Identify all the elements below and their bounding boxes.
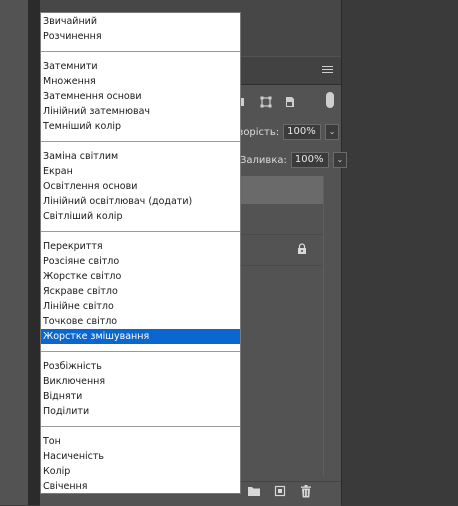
blend-mode-option[interactable]: Освітлення основи [41, 179, 240, 194]
trash-icon[interactable] [300, 485, 312, 498]
blend-mode-option[interactable]: Світліший колір [41, 209, 240, 224]
menu-separator [41, 351, 240, 352]
blend-mode-option[interactable]: Виключення [41, 374, 240, 389]
panel-gutter [28, 0, 40, 505]
blend-mode-option[interactable]: Яскраве світло [41, 284, 240, 299]
fill-input[interactable]: 100% [290, 152, 329, 168]
blend-mode-option[interactable]: Колір [41, 464, 240, 479]
menu-separator [41, 51, 240, 52]
blend-mode-option[interactable]: Розчинення [41, 29, 240, 44]
blend-mode-option[interactable]: Заміна світлим [41, 149, 240, 164]
filter-shape-icon[interactable] [240, 96, 252, 108]
opacity-dropdown-icon[interactable]: ⌄ [325, 124, 340, 140]
blend-mode-option[interactable]: Розсіяне світло [41, 254, 240, 269]
blend-mode-option[interactable]: Свічення [41, 479, 240, 493]
fill-label: Заливка: [240, 154, 287, 166]
blend-mode-option[interactable]: Множення [41, 74, 240, 89]
blend-mode-option[interactable]: Перекриття [41, 239, 240, 254]
blend-mode-option[interactable]: Лінійне світло [41, 299, 240, 314]
blend-mode-option[interactable]: Точкове світло [41, 314, 240, 329]
blend-mode-option[interactable]: Затемнити [41, 59, 240, 74]
blend-mode-option[interactable]: Екран [41, 164, 240, 179]
layers-scrollbar[interactable] [323, 176, 324, 476]
blend-mode-option[interactable]: Звичайний [41, 14, 240, 29]
blend-mode-option[interactable]: Лінійний освітлювач (додати) [41, 194, 240, 209]
blend-mode-option[interactable]: Жорстке світло [41, 269, 240, 284]
menu-separator [41, 231, 240, 232]
filter-smart-object-icon[interactable] [284, 96, 296, 108]
blend-mode-option[interactable]: Поділити [41, 404, 240, 419]
blend-mode-option[interactable]: Жорстке змішування [41, 329, 240, 344]
filter-transform-icon[interactable] [260, 96, 272, 108]
opacity-label: зорість: [238, 126, 280, 138]
panel-edge [341, 0, 342, 505]
blend-mode-option[interactable]: Затемнення основи [41, 89, 240, 104]
folder-icon[interactable] [247, 485, 261, 497]
left-toolbar-area [0, 0, 28, 505]
new-layer-icon[interactable] [274, 485, 286, 497]
blend-mode-dropdown-list[interactable]: Звичайний Розчинення Затемнити Множення Зате… [40, 12, 241, 494]
blend-mode-option[interactable]: Розбіжність [41, 359, 240, 374]
blend-mode-option[interactable]: Відняти [41, 389, 240, 404]
menu-separator [41, 141, 240, 142]
opacity-input[interactable]: 100% [283, 124, 322, 140]
panel-menu-icon[interactable] [322, 66, 333, 74]
blend-mode-option[interactable]: Насиченість [41, 449, 240, 464]
fill-dropdown-icon[interactable]: ⌄ [332, 152, 347, 168]
lock-icon [298, 243, 306, 254]
menu-separator [41, 426, 240, 427]
blend-mode-option[interactable]: Лінійний затемнювач [41, 104, 240, 119]
opacity-control: зорість: 100% ⌄ [238, 124, 340, 140]
blend-mode-option[interactable]: Темніший колір [41, 119, 240, 134]
blend-mode-option[interactable]: Тон [41, 434, 240, 449]
filter-toggle[interactable] [326, 92, 334, 108]
fill-control: Заливка: 100% ⌄ [240, 152, 347, 168]
right-dock-area [342, 0, 458, 505]
